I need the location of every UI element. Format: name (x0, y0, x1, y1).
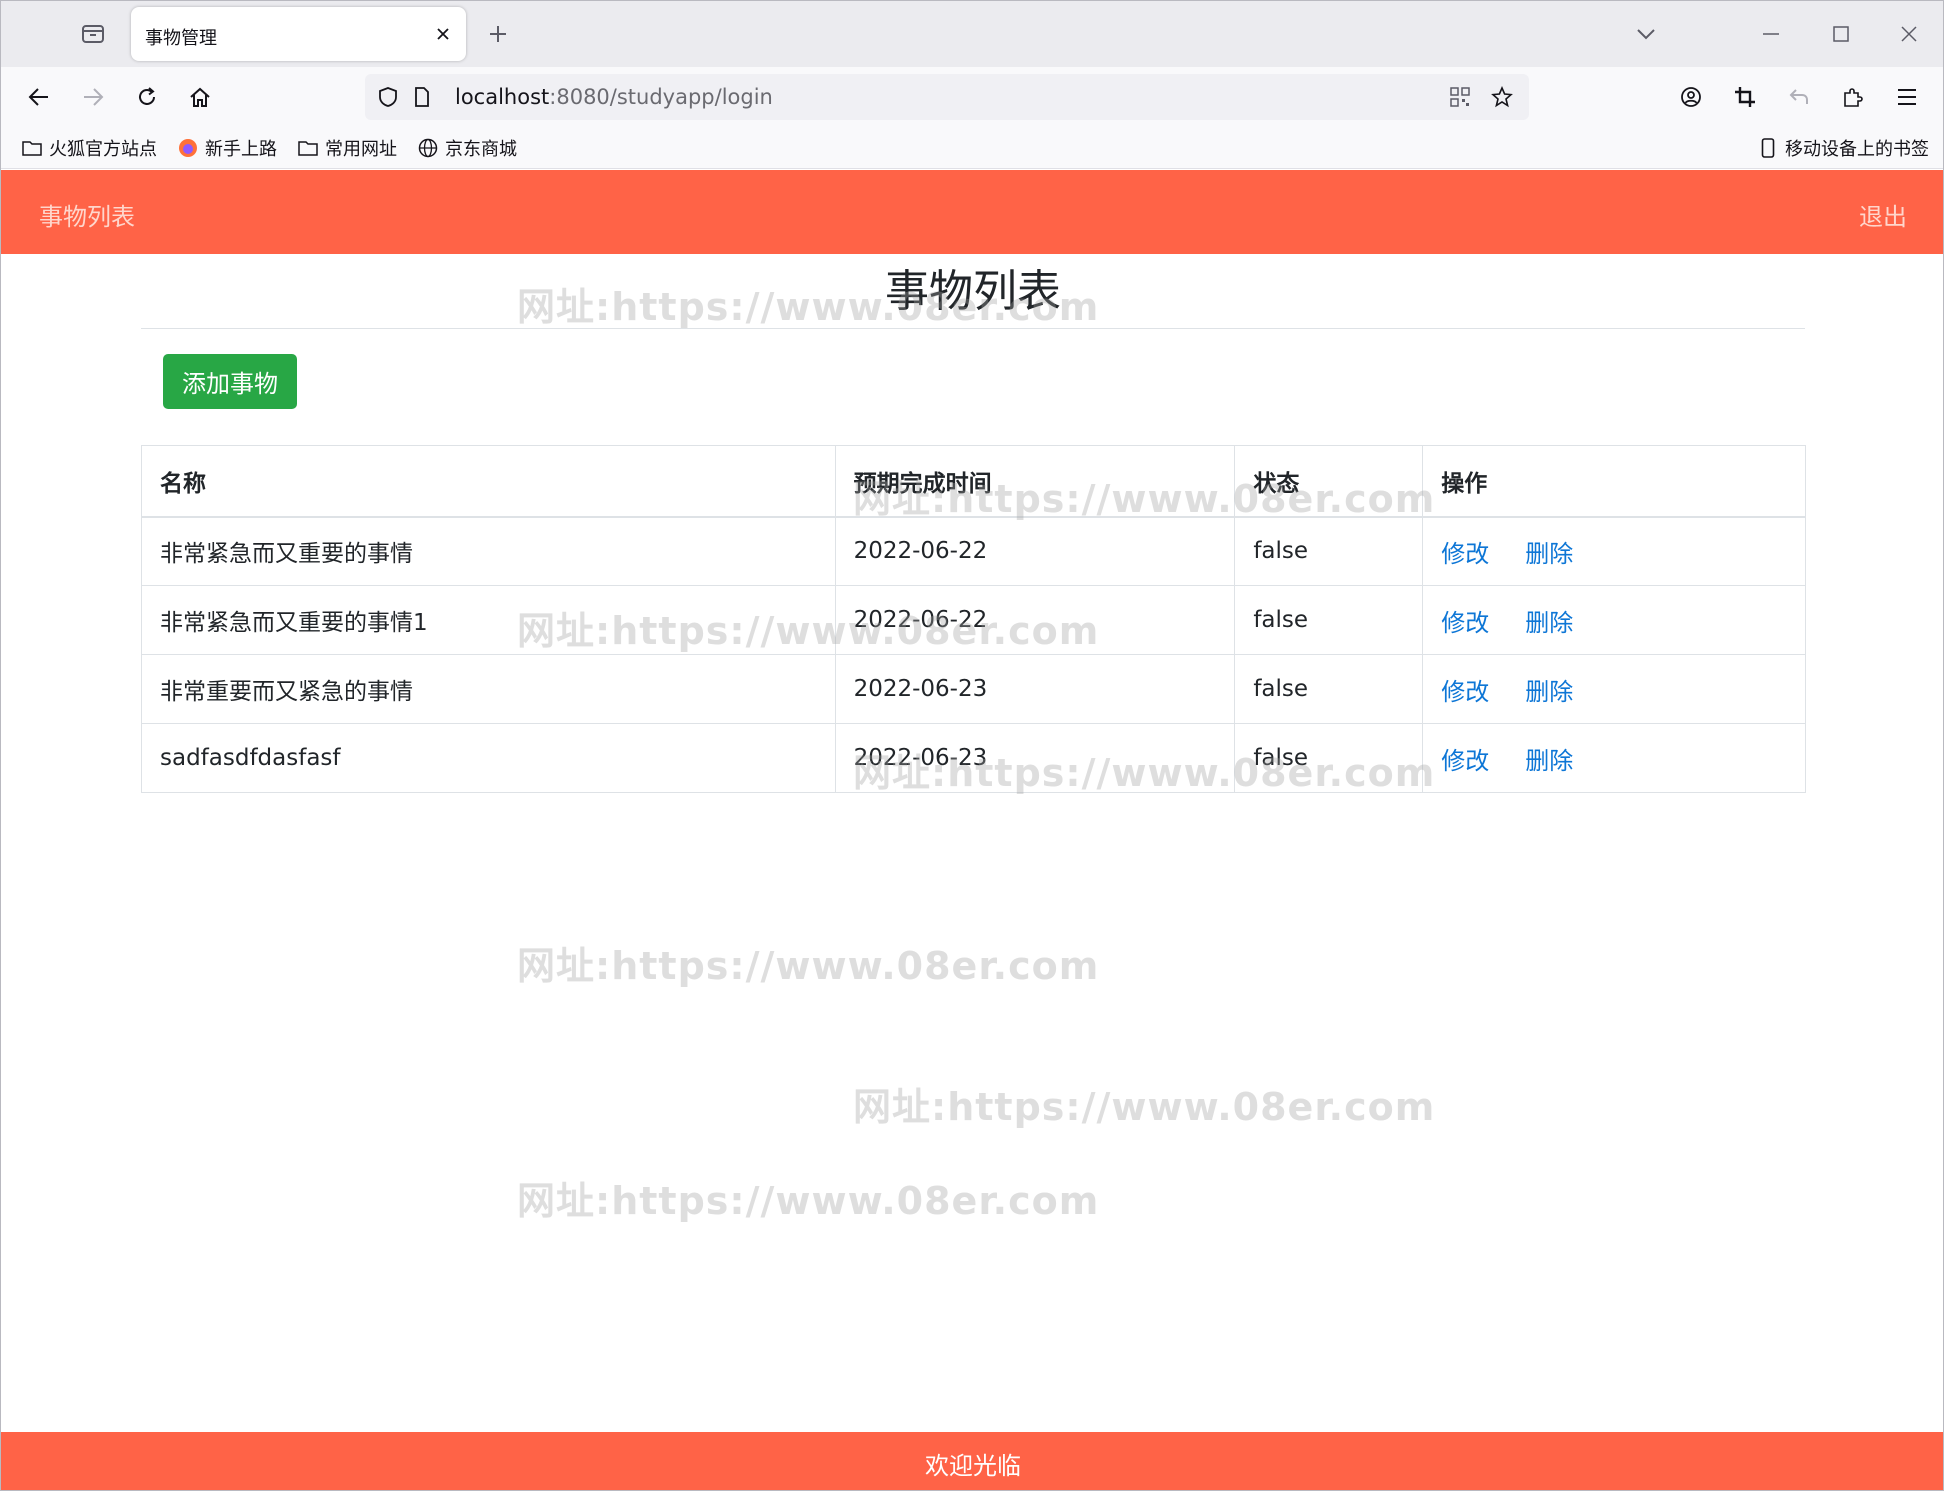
edit-link[interactable]: 修改 (1441, 747, 1489, 775)
bookmark-label: 新手上路 (205, 139, 277, 160)
column-header-due-date: 预期完成时间 (834, 445, 1236, 518)
bookmark-common-sites[interactable]: 常用网址 (297, 135, 397, 161)
bookmark-label: 京东商城 (445, 139, 517, 160)
firefox-icon (177, 137, 199, 159)
bookmark-firefox-site[interactable]: 火狐官方站点 (21, 135, 157, 161)
delete-link[interactable]: 删除 (1525, 540, 1573, 568)
table-row: 非常重要而又紧急的事情 2022-06-23 false 修改 删除 (141, 654, 1806, 724)
folder-icon (297, 137, 319, 159)
column-header-status: 状态 (1234, 445, 1424, 518)
page-icon[interactable] (409, 84, 435, 110)
bookmark-label: 常用网址 (325, 139, 397, 160)
table-header-row: 名称 预期完成时间 状态 操作 (141, 445, 1806, 518)
cell-date: 2022-06-22 (834, 516, 1236, 586)
navigation-bar: localhost:8080/studyapp/login (1, 67, 1943, 127)
star-icon[interactable] (1489, 84, 1515, 110)
edit-link[interactable]: 修改 (1441, 678, 1489, 706)
cell-actions: 修改 删除 (1422, 723, 1806, 793)
cell-date: 2022-06-22 (834, 585, 1236, 655)
shield-icon[interactable] (375, 84, 401, 110)
watermark: 网址:https://www.08er.com (853, 1085, 1436, 1129)
watermark: 网址:https://www.08er.com (517, 1179, 1100, 1223)
mobile-bookmarks[interactable]: 移动设备上的书签 (1757, 135, 1929, 161)
mobile-device-icon (1757, 137, 1779, 159)
crop-icon[interactable] (1727, 79, 1763, 115)
bookmark-label: 火狐官方站点 (49, 139, 157, 160)
window-close-icon[interactable] (1887, 15, 1931, 53)
cell-status: false (1234, 585, 1424, 655)
column-header-name: 名称 (141, 445, 836, 518)
cell-status: false (1234, 516, 1424, 586)
mobile-bookmarks-label: 移动设备上的书签 (1785, 139, 1929, 160)
cell-name: sadfasdfdasfasf (141, 723, 836, 793)
cell-name: 非常重要而又紧急的事情 (141, 654, 836, 724)
account-icon[interactable] (1673, 79, 1709, 115)
web-page: 事物列表 退出 事物列表 添加事物 名称 预期完成时间 状态 操作 非常紧急而又… (1, 170, 1943, 1490)
cell-name: 非常紧急而又重要的事情 (141, 516, 836, 586)
tab-bar: 事物管理 (1, 1, 1943, 67)
url-path: :8080/studyapp/login (549, 85, 773, 109)
items-table: 名称 预期完成时间 状态 操作 非常紧急而又重要的事情 2022-06-22 f… (141, 445, 1806, 793)
cell-actions: 修改 删除 (1422, 654, 1806, 724)
page-title: 事物列表 (885, 266, 1061, 317)
delete-link[interactable]: 删除 (1525, 609, 1573, 637)
table-row: 非常紧急而又重要的事情 2022-06-22 false 修改 删除 (141, 516, 1806, 586)
home-icon[interactable] (182, 79, 218, 115)
undo-icon[interactable] (1781, 79, 1817, 115)
column-header-actions: 操作 (1422, 445, 1806, 518)
reload-icon[interactable] (129, 79, 165, 115)
edit-link[interactable]: 修改 (1441, 540, 1489, 568)
menu-icon[interactable] (1889, 79, 1925, 115)
cell-actions: 修改 删除 (1422, 516, 1806, 586)
delete-link[interactable]: 删除 (1525, 678, 1573, 706)
puzzle-icon[interactable] (1835, 79, 1871, 115)
url-bar[interactable]: localhost:8080/studyapp/login (365, 74, 1529, 120)
forward-arrow-icon[interactable] (75, 79, 111, 115)
back-arrow-icon[interactable] (21, 79, 57, 115)
tab-list-icon[interactable] (73, 17, 113, 51)
minimize-icon[interactable] (1749, 15, 1793, 53)
qr-code-icon[interactable] (1447, 84, 1473, 110)
logout-link[interactable]: 退出 (1859, 197, 1907, 232)
globe-icon (417, 137, 439, 159)
bookmarks-bar: 火狐官方站点 新手上路 常用网址 京东商城 移动设备上的书签 (1, 127, 1943, 169)
bookmark-getting-started[interactable]: 新手上路 (177, 135, 277, 161)
divider (141, 328, 1805, 329)
plus-icon[interactable] (481, 17, 515, 51)
url-host: localhost (455, 85, 550, 109)
cell-name: 非常紧急而又重要的事情1 (141, 585, 836, 655)
browser-window: 事物管理 localhost:8080/studyapp/login 火狐官方站… (0, 0, 1944, 1491)
app-header: 事物列表 退出 (1, 170, 1943, 254)
close-icon[interactable] (432, 23, 454, 45)
cell-status: false (1234, 723, 1424, 793)
table-row: sadfasdfdasfasf 2022-06-23 false 修改 删除 (141, 723, 1806, 793)
delete-link[interactable]: 删除 (1525, 747, 1573, 775)
cell-actions: 修改 删除 (1422, 585, 1806, 655)
table-row: 非常紧急而又重要的事情1 2022-06-22 false 修改 删除 (141, 585, 1806, 655)
brand-link[interactable]: 事物列表 (39, 197, 135, 232)
add-item-button[interactable]: 添加事物 (163, 354, 297, 409)
footer-text: 欢迎光临 (925, 1452, 1021, 1480)
footer: 欢迎光临 (1, 1432, 1943, 1490)
maximize-icon[interactable] (1819, 15, 1863, 53)
chevron-down-icon[interactable] (1629, 17, 1663, 51)
cell-status: false (1234, 654, 1424, 724)
tab-title: 事物管理 (145, 28, 217, 49)
bookmark-jd[interactable]: 京东商城 (417, 135, 517, 161)
browser-tab[interactable]: 事物管理 (131, 7, 466, 61)
edit-link[interactable]: 修改 (1441, 609, 1489, 637)
folder-icon (21, 137, 43, 159)
cell-date: 2022-06-23 (834, 654, 1236, 724)
url-text[interactable]: localhost:8080/studyapp/login (455, 85, 773, 109)
watermark: 网址:https://www.08er.com (517, 944, 1100, 988)
cell-date: 2022-06-23 (834, 723, 1236, 793)
